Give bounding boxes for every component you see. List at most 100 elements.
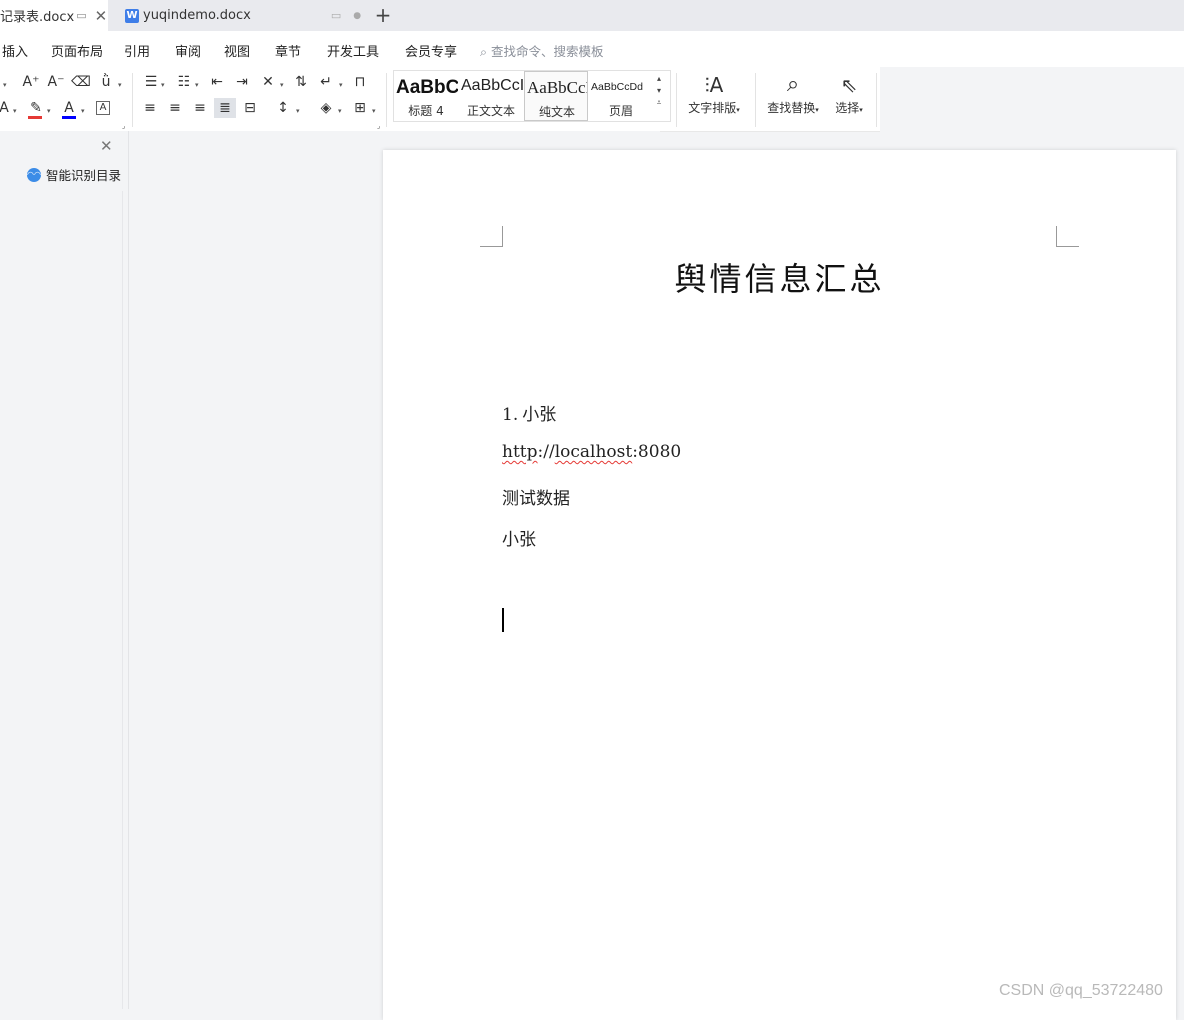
- align-left-icon[interactable]: ≡: [140, 98, 160, 118]
- text-layout-icon: ⫶A: [704, 73, 724, 97]
- menu-section[interactable]: 章节: [275, 41, 301, 60]
- sort-icon[interactable]: ⇅: [291, 72, 311, 92]
- text-layout-label: 文字排版: [688, 101, 737, 115]
- font-color-icon[interactable]: A: [59, 98, 79, 118]
- highlight-icon[interactable]: ✎: [26, 98, 46, 118]
- url-host: localhost: [554, 442, 633, 462]
- phonetic-dropdown-icon[interactable]: ▾: [118, 81, 122, 89]
- align-center-icon[interactable]: ≡: [165, 98, 185, 118]
- font-color-dropdown-icon[interactable]: ▾: [81, 107, 85, 115]
- smart-toc-button[interactable]: ◠◠ 智能识别目录: [27, 165, 121, 184]
- unsaved-dot-icon: ●: [353, 10, 362, 21]
- paragraph-dialog-launcher-icon[interactable]: ⌟: [377, 122, 380, 130]
- shading-icon[interactable]: ◈: [316, 98, 336, 118]
- menu-member[interactable]: 会员专享: [405, 41, 457, 60]
- line-spacing-icon[interactable]: ↕: [273, 98, 293, 118]
- style-header[interactable]: AaBbCcDd 页眉: [589, 71, 653, 121]
- style-sample: AaBbCcI: [527, 78, 588, 97]
- numbering-icon[interactable]: ☷: [174, 72, 194, 92]
- style-body-text[interactable]: AaBbCcI 正文文本: [459, 71, 523, 121]
- font-dialog-launcher-icon[interactable]: ⌟: [122, 122, 125, 130]
- show-hide-marks-icon[interactable]: ↵: [316, 72, 336, 92]
- menu-view[interactable]: 视图: [224, 41, 250, 60]
- justify-icon[interactable]: ≣: [214, 98, 236, 118]
- url-separator: ://: [537, 442, 555, 462]
- borders-dropdown-icon[interactable]: ▾: [372, 107, 376, 115]
- align-right-icon[interactable]: ≡: [190, 98, 210, 118]
- cursor-arrow-icon: ⇖: [840, 73, 858, 97]
- style-label: 正文文本: [466, 104, 515, 118]
- distributed-align-icon[interactable]: ⊟: [240, 98, 260, 118]
- text-layout-button[interactable]: ⫶A 文字排版▾: [684, 71, 744, 116]
- style-label: 纯文本: [538, 105, 575, 119]
- find-replace-label: 查找替换: [767, 101, 816, 115]
- text-effect-dropdown-icon[interactable]: ▾: [13, 107, 17, 115]
- style-gallery: AaBbC 标题 4 AaBbCcI 正文文本 AaBbCcI 纯文本 AaBb…: [393, 70, 671, 122]
- close-tab-icon[interactable]: ✕: [95, 7, 108, 25]
- style-sample: AaBbCcI: [461, 77, 523, 94]
- decrease-indent-icon[interactable]: ⇤: [207, 72, 227, 92]
- chinese-layout-dropdown-icon[interactable]: ▾: [280, 81, 284, 89]
- list-number: 1.: [502, 405, 519, 425]
- clear-format-icon[interactable]: ⌫: [71, 72, 91, 92]
- decrease-font-icon[interactable]: A⁻: [46, 72, 66, 92]
- gallery-scroll: ▴ ▾ ⩡: [651, 73, 667, 109]
- smart-toc-icon: ◠◠: [27, 167, 41, 182]
- menu-insert[interactable]: 插入: [2, 41, 28, 60]
- gallery-down-icon[interactable]: ▾: [651, 85, 667, 97]
- style-sample: AaBbCcDd: [591, 81, 643, 93]
- numbering-dropdown-icon[interactable]: ▾: [195, 81, 199, 89]
- gallery-expand-icon[interactable]: ⩡: [651, 97, 667, 109]
- paragraph: 测试数据: [502, 484, 570, 509]
- menu-references[interactable]: 引用: [124, 41, 150, 60]
- phonetic-guide-icon[interactable]: ǜ: [96, 72, 116, 92]
- font-size-dropdown-icon[interactable]: ▾: [3, 81, 7, 89]
- gallery-up-icon[interactable]: ▴: [651, 73, 667, 85]
- ribbon-separator: [676, 73, 677, 127]
- margin-corner-mark: [1056, 226, 1079, 247]
- paragraph: 小张: [502, 525, 536, 550]
- find-replace-button[interactable]: ⌕ 查找替换▾: [763, 71, 823, 116]
- ribbon-separator: [876, 73, 877, 127]
- paragraph-text: 小张: [522, 405, 557, 425]
- text-effect-icon[interactable]: A: [0, 98, 14, 118]
- bullets-icon[interactable]: ☰: [141, 72, 161, 92]
- tab-yuqindemo[interactable]: W yuqindemo.docx ▭ ●: [115, 0, 365, 31]
- borders-icon[interactable]: ⊞: [350, 98, 370, 118]
- menu-page-layout[interactable]: 页面布局: [51, 41, 103, 60]
- ribbon-separator: [132, 73, 133, 127]
- new-tab-button[interactable]: +: [372, 4, 394, 26]
- watermark: CSDN @qq_53722480: [999, 982, 1163, 999]
- increase-indent-icon[interactable]: ⇥: [232, 72, 252, 92]
- command-search[interactable]: ⌕ 查找命令、搜索模板: [480, 41, 604, 60]
- style-heading-4[interactable]: AaBbC 标题 4: [394, 71, 458, 121]
- shading-dropdown-icon[interactable]: ▾: [338, 107, 342, 115]
- tab-active-document[interactable]: 记录表.docx ▭ ✕: [0, 0, 108, 31]
- increase-font-icon[interactable]: A⁺: [21, 72, 41, 92]
- tab-stops-icon[interactable]: ⊓: [350, 72, 370, 92]
- menu-developer-tools[interactable]: 开发工具: [327, 41, 379, 60]
- menu-review[interactable]: 审阅: [175, 41, 201, 60]
- bullets-dropdown-icon[interactable]: ▾: [161, 81, 165, 89]
- highlight-color-bar: [28, 116, 42, 119]
- char-border-icon[interactable]: A: [96, 101, 110, 115]
- style-plain-text[interactable]: AaBbCcI 纯文本: [524, 71, 588, 121]
- document-page[interactable]: 舆情信息汇总 1. 小张 http://localhost:8080 测试数据 小…: [383, 150, 1176, 1020]
- marks-dropdown-icon[interactable]: ▾: [339, 81, 343, 89]
- paragraph-text: 小张: [502, 530, 536, 550]
- chinese-layout-icon[interactable]: ✕: [258, 72, 278, 92]
- pin-icon[interactable]: ▭: [76, 9, 86, 22]
- tab-title: 记录表.docx: [0, 10, 75, 25]
- style-sample: AaBbC: [396, 77, 458, 98]
- menu-bar: 插入 页面布局 引用 审阅 视图 章节 开发工具 会员专享 ⌕ 查找命令、搜索模…: [0, 31, 1184, 67]
- tab-bar: 记录表.docx ▭ ✕ W yuqindemo.docx ▭ ● +: [0, 0, 1184, 31]
- url-port: :8080: [632, 442, 682, 462]
- list-item-paragraph: 1. 小张: [502, 400, 556, 425]
- ribbon-separator: [386, 73, 387, 127]
- line-spacing-dropdown-icon[interactable]: ▾: [296, 107, 300, 115]
- close-pane-icon[interactable]: ✕: [100, 137, 113, 155]
- select-button[interactable]: ⇖ 选择▾: [829, 71, 869, 116]
- tab-title: yuqindemo.docx: [143, 8, 251, 23]
- highlight-dropdown-icon[interactable]: ▾: [47, 107, 51, 115]
- pin-icon[interactable]: ▭: [331, 9, 341, 22]
